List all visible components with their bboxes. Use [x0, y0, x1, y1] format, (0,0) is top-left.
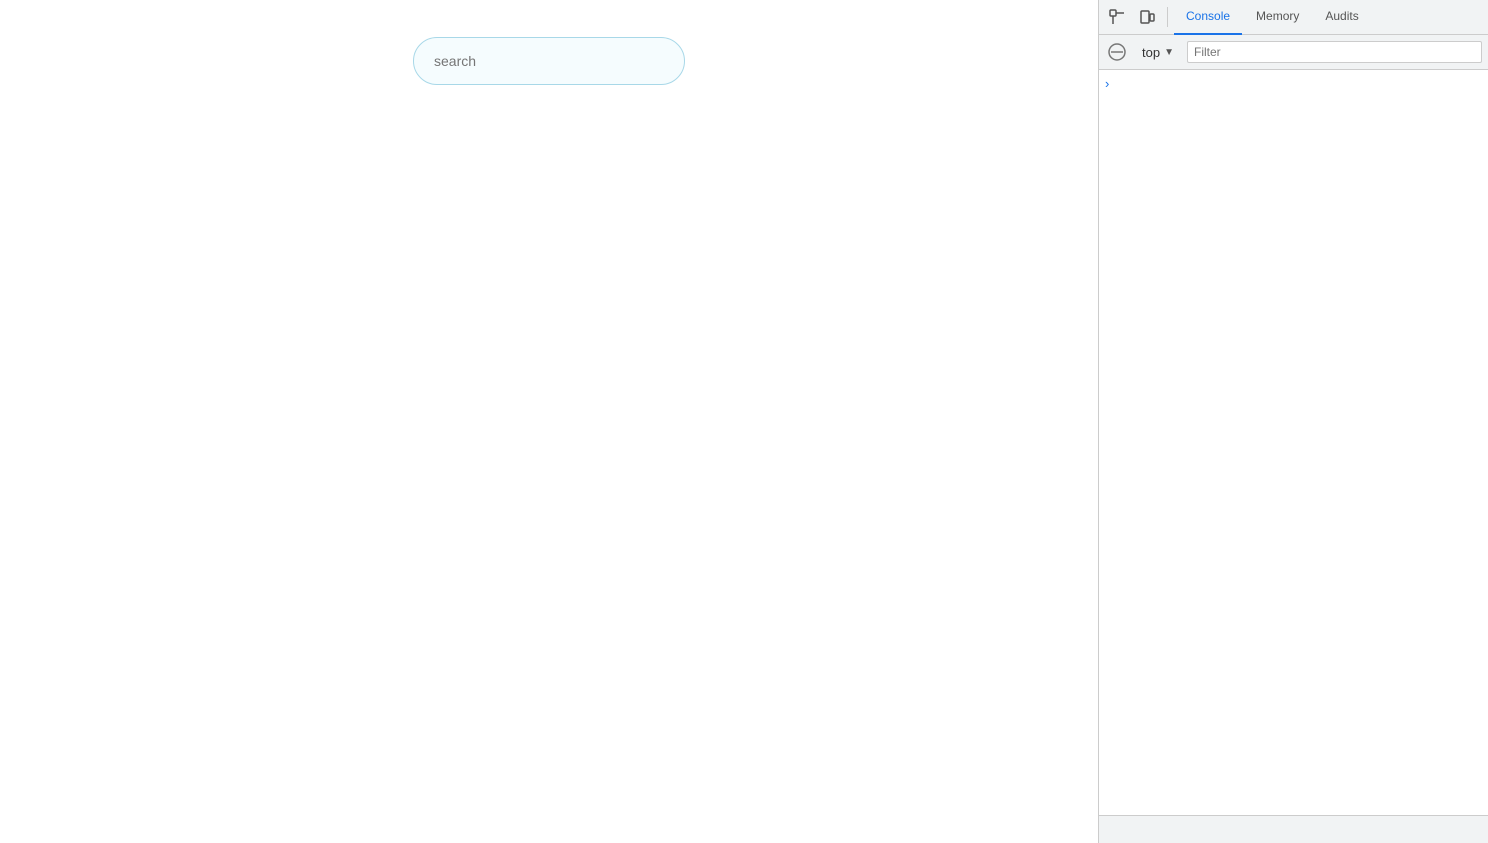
tab-audits[interactable]: Audits	[1313, 0, 1370, 35]
filter-input[interactable]	[1187, 41, 1482, 63]
devtools-toolbar: top ▼	[1099, 35, 1488, 70]
clear-console-button[interactable]	[1105, 40, 1129, 64]
main-page	[0, 0, 1098, 843]
devtools-bottombar	[1099, 815, 1488, 843]
devtools-console: ›	[1099, 70, 1488, 815]
devtools-topbar: Console Memory Audits	[1099, 0, 1488, 35]
console-input[interactable]	[1105, 820, 1482, 840]
context-label: top	[1142, 45, 1160, 60]
tab-console[interactable]: Console	[1174, 0, 1242, 35]
console-prompt[interactable]: ›	[1099, 74, 1488, 93]
inspect-element-button[interactable]	[1103, 3, 1131, 31]
separator	[1167, 7, 1168, 27]
search-input[interactable]	[413, 37, 685, 85]
device-toolbar-button[interactable]	[1133, 3, 1161, 31]
chevron-right-icon: ›	[1105, 76, 1109, 91]
tab-memory[interactable]: Memory	[1244, 0, 1311, 35]
dropdown-arrow-icon: ▼	[1164, 47, 1174, 58]
devtools-panel: Console Memory Audits top ▼ ›	[1098, 0, 1488, 843]
context-dropdown[interactable]: top ▼	[1135, 42, 1181, 63]
